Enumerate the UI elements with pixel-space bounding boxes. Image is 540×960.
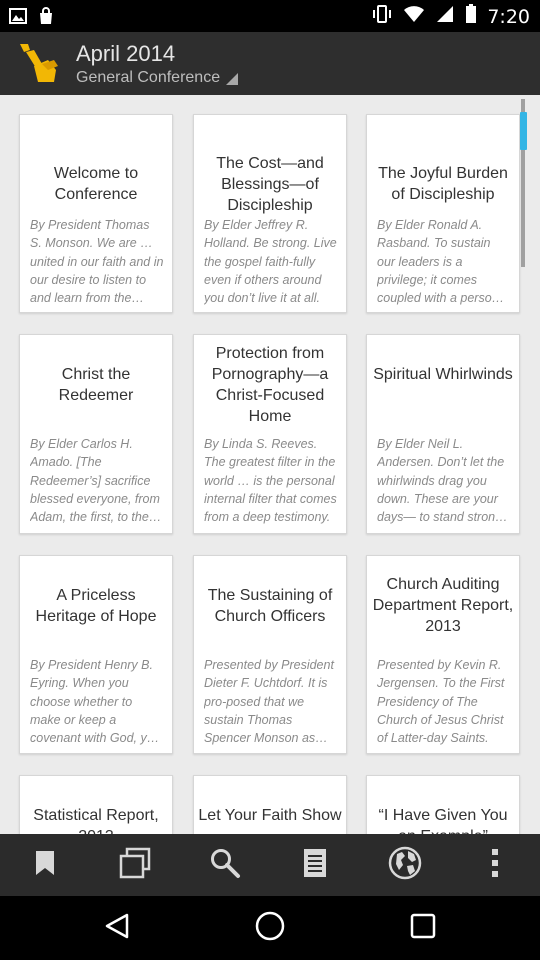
talk-card[interactable]: The Sustaining of Church Officers Presen… <box>193 555 347 754</box>
home-icon <box>254 910 286 947</box>
talk-title: Welcome to Conference <box>53 165 139 203</box>
windows-icon <box>118 847 152 884</box>
talk-excerpt: By Elder Ronald A. Rasband. To sustain o… <box>377 218 509 306</box>
list-icon <box>303 848 327 883</box>
talk-card[interactable]: Welcome to Conference By President Thoma… <box>19 114 173 313</box>
talk-card[interactable]: Christ the Redeemer By Elder Carlos H. A… <box>19 334 173 534</box>
talk-excerpt: By Elder Carlos H. Amado. [The Redeemer’… <box>30 437 160 525</box>
recents-icon <box>409 912 437 945</box>
app-header: April 2014 General Conference <box>0 32 540 95</box>
talk-title: The Sustaining of Church Officers <box>207 587 333 625</box>
search-button[interactable] <box>180 834 270 896</box>
talk-card[interactable]: “I Have Given You an Example” <box>366 775 520 834</box>
home-button[interactable] <box>240 898 300 958</box>
back-icon <box>103 912 131 945</box>
more-icon <box>491 848 499 883</box>
talk-card[interactable]: Statistical Report, 2013 <box>19 775 173 834</box>
shopping-bag-icon <box>36 6 56 31</box>
talk-title: The Cost—and Blessings—of Discipleship <box>216 155 324 214</box>
header-subtitle: General Conference <box>76 69 221 86</box>
talk-title: Spiritual Whirlwinds <box>373 366 513 383</box>
vibrate-icon <box>371 4 393 29</box>
contents-button[interactable] <box>270 834 360 896</box>
globe-icon <box>388 846 422 885</box>
talk-card[interactable]: Protection from Pornography—a Christ-Foc… <box>193 334 347 534</box>
windows-button[interactable] <box>90 834 180 896</box>
talk-excerpt: Presented by President Dieter F. Uchtdor… <box>204 658 334 746</box>
talk-card[interactable]: Let Your Faith Show <box>193 775 347 834</box>
header-title: April 2014 <box>76 41 176 66</box>
talk-title: Protection from Pornography—a Christ-Foc… <box>211 345 329 425</box>
more-options-button[interactable] <box>450 834 540 896</box>
talk-card[interactable]: A Priceless Heritage of Hope By Presiden… <box>19 555 173 754</box>
recents-button[interactable] <box>393 898 453 958</box>
scrollbar-thumb[interactable] <box>520 112 527 150</box>
status-bar: 7:20 <box>0 0 540 32</box>
app-logo-icon[interactable] <box>14 40 62 86</box>
talk-excerpt: By President Henry B. Eyring. When you c… <box>30 658 161 746</box>
talk-title: A Priceless Heritage of Hope <box>35 587 157 625</box>
bottom-toolbar <box>0 834 540 896</box>
talk-title: Christ the Redeemer <box>58 366 134 404</box>
talks-grid[interactable]: Welcome to Conference By President Thoma… <box>0 95 540 834</box>
status-time: 7:20 <box>487 5 530 28</box>
globe-button[interactable] <box>360 834 450 896</box>
battery-icon <box>465 4 477 29</box>
talk-excerpt: Presented by Kevin R. Jergensen. To the … <box>377 658 505 746</box>
talk-title: Church Auditing Department Report, 2013 <box>372 576 514 635</box>
talk-card[interactable]: Spiritual Whirlwinds By Elder Neil L. An… <box>366 334 520 534</box>
signal-icon <box>435 4 455 29</box>
search-icon <box>209 847 241 884</box>
talk-title: Let Your Faith Show <box>198 807 342 824</box>
image-notification-icon <box>8 6 28 31</box>
talk-title: Statistical Report, 2013 <box>33 807 159 834</box>
talk-card[interactable]: The Joyful Burden of Discipleship By Eld… <box>366 114 520 313</box>
navigation-bar <box>0 896 540 960</box>
bookmark-icon <box>35 850 55 881</box>
dropdown-triangle-icon <box>226 73 239 85</box>
bookmark-button[interactable] <box>0 834 90 896</box>
talk-excerpt: By President Thomas S. Monson. We are … … <box>30 218 164 306</box>
talk-title: “I Have Given You an Example” <box>378 807 508 834</box>
talk-card[interactable]: Church Auditing Department Report, 2013 … <box>366 555 520 754</box>
talk-card[interactable]: The Cost—and Blessings—of Discipleship B… <box>193 114 347 313</box>
conference-selector[interactable]: General Conference <box>76 69 239 87</box>
wifi-icon <box>403 4 425 29</box>
back-button[interactable] <box>87 898 147 958</box>
talk-excerpt: By Elder Jeffrey R. Holland. Be strong. … <box>204 218 337 306</box>
talk-excerpt: By Linda S. Reeves. The greatest filter … <box>204 437 337 525</box>
talk-title: The Joyful Burden of Discipleship <box>378 165 508 203</box>
talk-excerpt: By Elder Neil L. Andersen. Don’t let the… <box>377 437 505 525</box>
